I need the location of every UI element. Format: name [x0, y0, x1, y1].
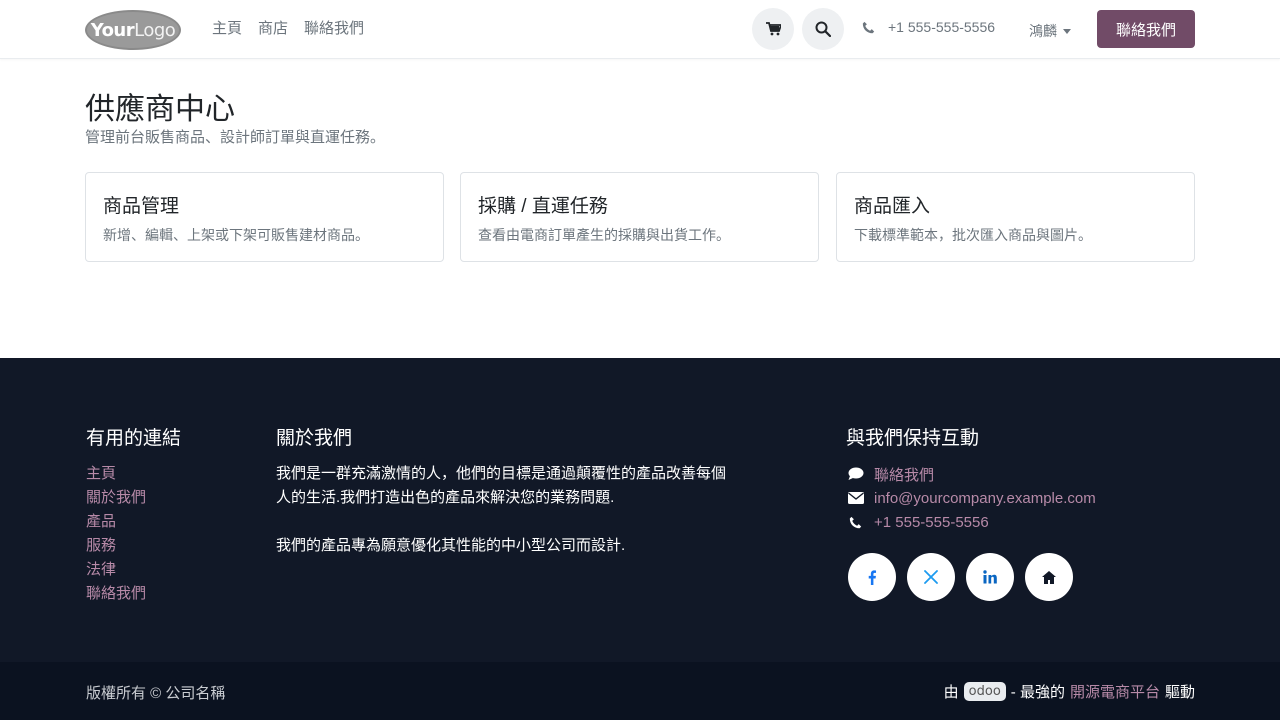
nav-home[interactable]: 主頁: [212, 18, 242, 40]
powered-by-prefix: 由: [943, 684, 959, 701]
connect-heading: 與我們保持互動: [846, 428, 980, 449]
phone-icon: [862, 21, 875, 33]
facebook-button[interactable]: [848, 553, 896, 601]
contact-us-button[interactable]: 聯絡我們: [1097, 10, 1195, 48]
language-selector[interactable]: 鴻麟: [1029, 21, 1071, 41]
powered-by-suffix: 驅動: [1164, 684, 1195, 701]
nav-shop[interactable]: 商店: [258, 18, 288, 40]
contact-email-link[interactable]: info@yourcompany.example.com: [874, 490, 1096, 507]
header-phone-number: +1 555-555-5556: [888, 19, 996, 35]
x-icon: [924, 570, 938, 584]
linkedin-icon: [983, 570, 997, 584]
contact-chat-row: 聯絡我們: [847, 462, 1096, 486]
card-title: 商品匯入: [854, 196, 931, 217]
social-links: [848, 553, 1073, 601]
phone-icon: [849, 516, 862, 528]
about-paragraph-2: 我們的產品專為願意優化其性能的中小型公司而設計.: [276, 537, 626, 554]
logo-text: YourLogo: [90, 19, 176, 41]
card-product-management[interactable]: 商品管理 新增、編輯、上架或下架可販售建材商品。: [85, 172, 444, 262]
chevron-down-icon: [1063, 28, 1071, 34]
card-text: 查看由電商訂單產生的採購與出貨工作。: [478, 227, 730, 243]
facebook-icon: [868, 569, 877, 585]
contact-phone-link[interactable]: +1 555-555-5556: [874, 514, 989, 531]
footer-link-contact[interactable]: 聯絡我們: [86, 582, 146, 606]
card-purchase-dropship[interactable]: 採購 / 直運任務 查看由電商訂單產生的採購與出貨工作。: [460, 172, 819, 262]
card-title: 商品管理: [103, 196, 180, 217]
linkedin-button[interactable]: [966, 553, 1014, 601]
odoo-logo[interactable]: odoo: [963, 682, 1006, 701]
ecommerce-platform-link[interactable]: 開源電商平台: [1070, 681, 1160, 702]
footer-link-products[interactable]: 產品: [86, 510, 146, 534]
about-heading: 關於我們: [276, 428, 353, 449]
card-title: 採購 / 直運任務: [478, 196, 608, 217]
language-label: 鴻麟: [1029, 23, 1057, 39]
contact-list: 聯絡我們 info@yourcompany.example.com +1 555…: [847, 462, 1096, 534]
page-title: 供應商中心: [85, 93, 235, 126]
powered-by: 由 odoo - 最強的 開源電商平台 驅動: [944, 681, 1195, 702]
footer-link-home[interactable]: 主頁: [86, 462, 146, 486]
search-button[interactable]: [802, 8, 844, 50]
card-product-import[interactable]: 商品匯入 下載標準範本，批次匯入商品與圖片。: [836, 172, 1195, 262]
useful-links-list: 主頁 關於我們 產品 服務 法律 聯絡我們: [86, 462, 146, 606]
powered-by-dash: - 最強的: [1010, 684, 1065, 701]
header-phone[interactable]: +1 555-555-5556: [862, 19, 995, 35]
page-subtitle: 管理前台販售商品、設計師訂單與直運任務。: [85, 129, 386, 146]
top-navbar: YourLogo 主頁 商店 聯絡我們 +1 555-555-5556 鴻麟 聯…: [0, 0, 1280, 59]
footer-link-legal[interactable]: 法律: [86, 558, 146, 582]
home-button[interactable]: [1025, 553, 1073, 601]
contact-chat-link[interactable]: 聯絡我們: [874, 464, 934, 485]
nav-contact[interactable]: 聯絡我們: [304, 18, 364, 40]
main-nav: 主頁 商店 聯絡我們: [212, 18, 364, 40]
company-logo[interactable]: YourLogo: [85, 10, 181, 50]
about-text: 我們是一群充滿激情的人，他們的目標是通過顛覆性的產品改善每個人的生活.我們打造出…: [276, 462, 726, 558]
search-icon: [815, 21, 831, 37]
useful-links-heading: 有用的連結: [86, 428, 182, 449]
card-text: 新增、編輯、上架或下架可販售建材商品。: [103, 227, 369, 243]
envelope-icon: [847, 492, 864, 504]
footer-link-services[interactable]: 服務: [86, 534, 146, 558]
copyright-text: 版權所有 © 公司名稱: [86, 685, 226, 702]
cart-button[interactable]: [752, 8, 794, 50]
cart-icon: [765, 22, 781, 36]
x-button[interactable]: [907, 553, 955, 601]
contact-phone-row: +1 555-555-5556: [847, 510, 1096, 534]
about-paragraph-1: 我們是一群充滿激情的人，他們的目標是通過顛覆性的產品改善每個人的生活.我們打造出…: [276, 465, 727, 506]
card-text: 下載標準範本，批次匯入商品與圖片。: [854, 227, 1092, 243]
home-icon: [1042, 570, 1056, 584]
footer-link-about[interactable]: 關於我們: [86, 486, 146, 510]
contact-email-row: info@yourcompany.example.com: [847, 486, 1096, 510]
chat-icon: [848, 467, 863, 480]
